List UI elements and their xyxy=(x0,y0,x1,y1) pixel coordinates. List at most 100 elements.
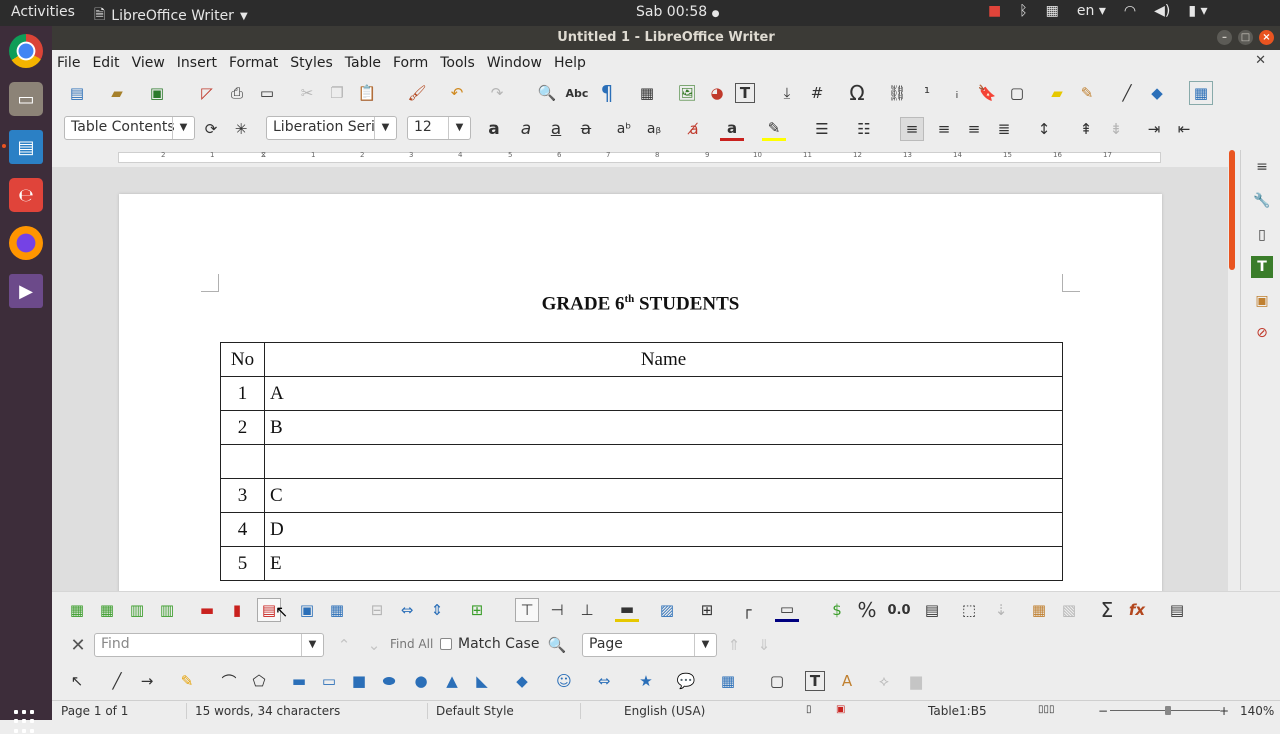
split-table-icon[interactable]: ⇕ xyxy=(425,598,449,622)
table-properties-icon[interactable]: ▦ xyxy=(1027,598,1051,622)
superscript-icon[interactable]: aᵇ xyxy=(612,117,636,141)
number-format-decimal-icon[interactable]: 0.0 xyxy=(887,598,911,622)
status-table-cell[interactable]: Table1:B5 xyxy=(928,704,987,718)
status-zoom[interactable]: 140% xyxy=(1240,704,1274,718)
symbol-shapes-icon[interactable]: ☺ xyxy=(552,669,576,693)
underline-icon[interactable]: a xyxy=(544,117,568,141)
files-icon[interactable]: ▭ xyxy=(9,82,43,116)
subscript-icon[interactable]: aᵦ xyxy=(642,117,666,141)
document-page[interactable]: GRADE 6th STUDENTS No Name 1 A 2 B 3 C 4… xyxy=(119,194,1162,591)
table-cell-no[interactable]: 3 xyxy=(220,478,265,513)
menu-window[interactable]: Window xyxy=(487,55,542,71)
export-pdf-icon[interactable]: ◸ xyxy=(195,81,219,105)
table-header-no[interactable]: No xyxy=(220,342,265,377)
border-color-icon[interactable]: ▭ xyxy=(775,598,799,622)
menu-table[interactable]: Table xyxy=(345,55,381,71)
square-icon[interactable]: ■ xyxy=(347,669,371,693)
align-left-icon[interactable]: ≡ xyxy=(900,117,924,141)
special-character-icon[interactable]: Ω xyxy=(845,81,869,105)
delete-columns-icon[interactable]: ▮ xyxy=(225,598,249,622)
update-style-icon[interactable]: ⟳ xyxy=(199,117,223,141)
sidebar-toggle-icon[interactable]: ▦ xyxy=(1189,81,1213,105)
insert-mode-icon[interactable]: ▯ xyxy=(806,704,812,715)
styles-icon[interactable]: T xyxy=(1251,256,1273,278)
borders-icon[interactable]: ⊞ xyxy=(695,598,719,622)
open-folder-icon[interactable]: ▰ xyxy=(105,81,129,105)
find-previous-icon[interactable]: ⌃ xyxy=(332,633,356,657)
insert-caption-icon[interactable]: ⬚ xyxy=(957,598,981,622)
callouts-icon[interactable]: 💬 xyxy=(674,669,698,693)
delete-rows-icon[interactable]: ▬ xyxy=(195,598,219,622)
number-format-currency-icon[interactable]: $ xyxy=(825,598,849,622)
bluetooth-icon[interactable]: ᛒ xyxy=(1019,3,1027,19)
students-table[interactable]: No Name 1 A 2 B 3 C 4 D 5 E xyxy=(220,342,1063,581)
menu-file[interactable]: File xyxy=(57,55,80,71)
clone-formatting-icon[interactable]: 🖌 xyxy=(405,81,429,105)
insert-text-box-icon[interactable]: T xyxy=(735,83,755,103)
table-cell-background-icon[interactable]: ▬ xyxy=(615,598,639,622)
ruler-indent-marker[interactable]: ⧖ xyxy=(261,151,266,160)
find-all-button[interactable]: Find All xyxy=(390,637,433,651)
volume-icon[interactable]: ◀) xyxy=(1154,3,1170,19)
table-cell-name[interactable]: C xyxy=(264,478,1063,513)
font-color-icon[interactable]: a xyxy=(720,117,744,141)
table-cell-no[interactable]: 5 xyxy=(220,546,265,581)
pdf-viewer-icon[interactable]: ℮ xyxy=(9,178,43,212)
status-page[interactable]: Page 1 of 1 xyxy=(61,704,128,718)
document-heading[interactable]: GRADE 6th STUDENTS xyxy=(119,293,1162,315)
workspace-icon[interactable]: ▦ xyxy=(1046,3,1059,19)
menu-tools[interactable]: Tools xyxy=(440,55,475,71)
table-cell-name[interactable] xyxy=(264,444,1063,479)
formatting-marks-icon[interactable]: ¶ xyxy=(595,81,619,105)
italic-icon[interactable]: a xyxy=(514,117,538,141)
show-applications-icon[interactable] xyxy=(14,710,38,734)
split-cells-icon[interactable]: ⇔ xyxy=(395,598,419,622)
points-icon[interactable]: ⟡ xyxy=(872,669,896,693)
navigate-next-icon[interactable]: ⇓ xyxy=(752,633,776,657)
number-format-dialog-icon[interactable]: ▤ xyxy=(920,598,944,622)
footnote-icon[interactable]: ¹ xyxy=(915,81,939,105)
app-menu[interactable]: 🗎 LibreOffice Writer ▼ xyxy=(94,4,248,28)
table-cell-name[interactable]: A xyxy=(264,376,1063,411)
optimize-size-icon[interactable]: ⊞ xyxy=(465,598,489,622)
close-document-icon[interactable]: ✕ xyxy=(1255,53,1266,68)
number-format-percent-icon[interactable]: % xyxy=(855,598,879,622)
formula-icon[interactable]: fx xyxy=(1125,598,1149,622)
fontwork-icon[interactable]: A xyxy=(835,669,859,693)
basic-shapes-icon[interactable]: ◆ xyxy=(1145,81,1169,105)
decrease-paragraph-spacing-icon[interactable]: ⇟ xyxy=(1104,117,1128,141)
align-right-icon[interactable]: ≡ xyxy=(962,117,986,141)
save-icon[interactable]: ▣ xyxy=(145,81,169,105)
increase-indent-icon[interactable]: ⇥ xyxy=(1142,117,1166,141)
activities-button[interactable]: Activities xyxy=(11,4,75,20)
insert-callout-icon[interactable]: ▢ xyxy=(765,669,789,693)
font-name-combo[interactable]: Liberation Seri ▼ xyxy=(266,116,397,140)
language-indicator[interactable]: en ▾ xyxy=(1077,3,1106,19)
gallery-icon[interactable]: ▣ xyxy=(1251,290,1273,312)
insert-field-icon[interactable]: # xyxy=(805,81,829,105)
match-case-checkbox[interactable] xyxy=(440,638,452,650)
sum-icon[interactable]: Σ xyxy=(1095,598,1119,622)
undo-icon[interactable]: ↶ xyxy=(445,81,469,105)
wifi-icon[interactable]: ◠ xyxy=(1124,3,1136,19)
page-icon[interactable]: ▯ xyxy=(1251,224,1273,246)
unordered-list-icon[interactable]: ☰ xyxy=(810,117,834,141)
spelling-icon[interactable]: Abc xyxy=(565,81,589,105)
rounded-rectangle-icon[interactable]: ▭ xyxy=(317,669,341,693)
battery-icon[interactable]: ▮ ▾ xyxy=(1188,3,1207,19)
scrollbar-thumb[interactable] xyxy=(1229,150,1235,270)
circle-icon[interactable]: ● xyxy=(409,669,433,693)
navigate-previous-icon[interactable]: ⇑ xyxy=(722,633,746,657)
print-preview-icon[interactable]: ▭ xyxy=(255,81,279,105)
status-page-style[interactable]: Default Style xyxy=(436,704,514,718)
insert-columns-before-icon[interactable]: ▥ xyxy=(125,598,149,622)
ordered-list-icon[interactable]: ☷ xyxy=(852,117,876,141)
decrease-indent-icon[interactable]: ⇤ xyxy=(1172,117,1196,141)
insert-page-break-icon[interactable]: ⤓ xyxy=(775,81,799,105)
menu-edit[interactable]: Edit xyxy=(92,55,119,71)
table-cell-no[interactable] xyxy=(220,444,265,479)
zoom-slider-handle[interactable] xyxy=(1165,706,1171,715)
polygon-icon[interactable]: ⬠ xyxy=(247,669,271,693)
menu-view[interactable]: View xyxy=(132,55,165,71)
clear-formatting-icon[interactable]: a̸ xyxy=(682,117,706,141)
